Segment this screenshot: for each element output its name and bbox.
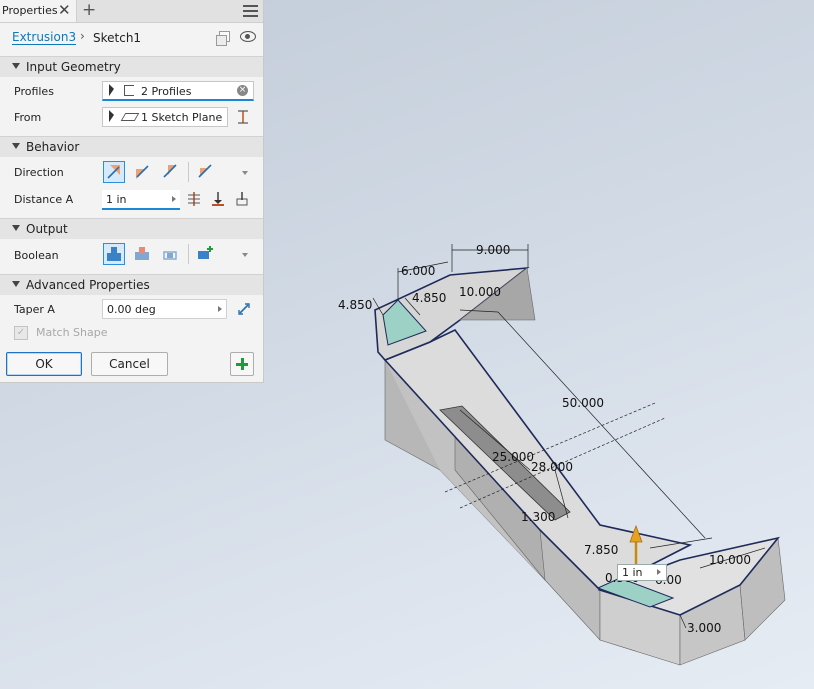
dimension-label[interactable]: 50.000 (562, 396, 604, 410)
section-output[interactable]: Output (0, 218, 263, 239)
join-button[interactable] (103, 243, 125, 265)
distance-a-value[interactable]: 1 in (106, 193, 127, 206)
distance-a-label: Distance A (14, 193, 74, 206)
menu-icon[interactable] (243, 5, 258, 17)
breadcrumb-sketch[interactable]: Sketch1 (93, 31, 141, 45)
mini-toolbar-distance[interactable]: 1 in (617, 564, 667, 581)
cut-icon (135, 247, 149, 260)
direction-asymmetric-button[interactable] (195, 161, 217, 183)
cut-button[interactable] (132, 243, 154, 265)
dimension-label[interactable]: 3.000 (687, 621, 721, 635)
taper-a-input[interactable]: 0.00 deg (102, 299, 227, 319)
from-label: From (14, 111, 42, 124)
collapse-triangle-icon[interactable] (12, 225, 20, 231)
separator (188, 244, 189, 264)
dimension-label[interactable]: 28.000 (531, 460, 573, 474)
add-icon[interactable] (230, 352, 254, 376)
distance-a-input[interactable]: 1 in (102, 190, 180, 210)
separator (188, 162, 189, 182)
distance-icon[interactable] (186, 191, 202, 207)
profiles-value: 2 Profiles (141, 85, 192, 98)
profile-icon (124, 85, 134, 96)
select-arrow-icon (109, 110, 114, 124)
cancel-button[interactable]: Cancel (91, 352, 168, 376)
from-selector[interactable]: 1 Sketch Plane (102, 107, 228, 127)
collapse-triangle-icon[interactable] (12, 281, 20, 287)
dimension-label[interactable]: 4.850 (412, 291, 446, 305)
direction-label: Direction (14, 166, 64, 179)
tab-label: Properties (2, 4, 58, 17)
join-icon (107, 247, 121, 261)
clear-icon[interactable]: × (237, 85, 248, 96)
copy-icon[interactable] (216, 31, 230, 46)
section-title: Advanced Properties (26, 278, 150, 292)
profiles-selector[interactable]: 2 Profiles × (102, 81, 254, 101)
collapse-triangle-icon[interactable] (12, 143, 20, 149)
breadcrumb: Extrusion3 › Sketch1 (0, 23, 263, 53)
spin-arrow-icon[interactable] (218, 306, 222, 312)
dimension-label[interactable]: 25.000 (492, 450, 534, 464)
collapse-triangle-icon[interactable] (12, 63, 20, 69)
tab-bar: Properties ✕ + (0, 0, 263, 23)
close-icon[interactable]: ✕ (58, 1, 71, 19)
breadcrumb-feature-link[interactable]: Extrusion3 (12, 31, 77, 45)
match-shape-label: Match Shape (36, 326, 108, 339)
dimension-label[interactable]: 10.000 (709, 553, 751, 567)
dropdown-arrow-icon[interactable] (242, 253, 248, 257)
eye-icon[interactable] (240, 31, 256, 42)
intersect-button[interactable] (160, 243, 182, 265)
dropdown-arrow-icon[interactable] (242, 171, 248, 175)
spin-arrow-icon[interactable] (172, 196, 176, 202)
tab-properties[interactable]: Properties ✕ (0, 0, 77, 22)
direction-default-icon (107, 165, 120, 179)
new-solid-button[interactable] (195, 243, 217, 265)
new-solid-icon (198, 246, 213, 259)
from-value: 1 Sketch Plane (141, 111, 223, 124)
mini-toolbar-value[interactable]: 1 in (622, 566, 643, 579)
flip-icon[interactable] (236, 109, 250, 125)
dimension-label[interactable]: 6.000 (401, 264, 435, 278)
direction-flipped-button[interactable] (132, 161, 154, 183)
section-input-geometry[interactable]: Input Geometry (0, 56, 263, 77)
dimension-label[interactable]: 10.000 (459, 285, 501, 299)
direction-flipped-icon (136, 165, 149, 179)
section-title: Behavior (26, 140, 80, 154)
section-behavior[interactable]: Behavior (0, 136, 263, 157)
direction-asymmetric-icon (198, 164, 212, 178)
boolean-label: Boolean (14, 249, 59, 262)
direction-default-button[interactable] (103, 161, 125, 183)
to-next-icon[interactable] (234, 191, 250, 207)
section-title: Output (26, 222, 68, 236)
intersect-icon (163, 251, 177, 260)
taper-a-value[interactable]: 0.00 deg (107, 303, 156, 316)
add-tab-icon[interactable]: + (82, 0, 96, 20)
direction-symmetric-icon (163, 164, 177, 178)
mini-toolbar-spin-icon[interactable] (657, 569, 661, 575)
select-arrow-icon (109, 84, 114, 98)
profiles-label: Profiles (14, 85, 54, 98)
sketch-plane-icon (120, 113, 140, 121)
section-advanced-properties[interactable]: Advanced Properties (0, 274, 263, 295)
dimension-label[interactable]: 4.850 (338, 298, 372, 312)
dimension-label[interactable]: 1.300 (521, 510, 555, 524)
properties-panel: Properties ✕ + Extrusion3 › Sketch1 Inpu… (0, 0, 264, 383)
dimension-label[interactable]: 7.850 (584, 543, 618, 557)
dimension-label[interactable]: 9.000 (476, 243, 510, 257)
match-shape-checkbox[interactable]: ✓ (14, 326, 28, 340)
taper-flip-icon[interactable] (236, 301, 252, 317)
to-icon[interactable] (210, 191, 226, 207)
ok-button[interactable]: OK (6, 352, 82, 376)
taper-a-label: Taper A (14, 303, 55, 316)
breadcrumb-separator: › (80, 29, 85, 43)
section-title: Input Geometry (26, 60, 121, 74)
direction-symmetric-button[interactable] (160, 161, 182, 183)
